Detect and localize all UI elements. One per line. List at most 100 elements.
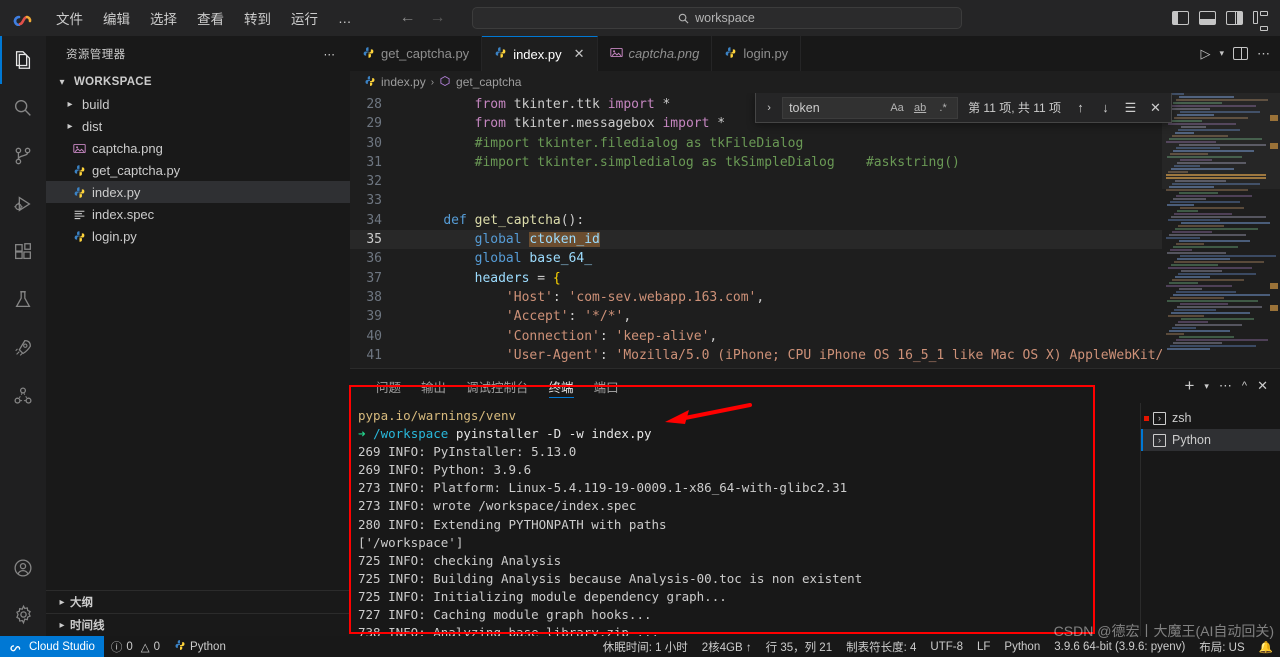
status-problems[interactable]: ⓘ 0 △ 0	[104, 636, 167, 657]
activity-bar	[0, 36, 46, 636]
tab-login-py[interactable]: login.py	[712, 36, 802, 71]
status-sleep-time[interactable]: 休眠时间: 1 小时	[596, 636, 695, 657]
tree-item-login-py[interactable]: login.py	[46, 225, 350, 247]
chevron-right-icon: ›	[430, 76, 435, 88]
bottom-panel: 问题 输出 调试控制台 终端 端口 + ▾ ⋯ ^ ✕ pypa.io/warn…	[350, 368, 1280, 636]
code-line: 39 'Accept': '*/*',	[350, 307, 1280, 326]
panel-tab-output[interactable]: 输出	[411, 369, 456, 403]
panel-tab-debug-console[interactable]: 调试控制台	[456, 369, 539, 403]
ellipsis-icon[interactable]: ⋯	[1219, 378, 1232, 394]
tree-item-index-spec[interactable]: index.spec	[46, 203, 350, 225]
arrow-up-icon[interactable]: ↑	[1071, 100, 1090, 115]
tab-get-captcha-py[interactable]: get_captcha.py	[350, 36, 483, 71]
terminal-instance-python[interactable]: › Python	[1141, 429, 1280, 451]
status-indentation[interactable]: 制表符长度: 4	[839, 636, 923, 657]
menu-more[interactable]: …	[328, 8, 362, 29]
sidebar-item-deploy[interactable]	[0, 324, 46, 372]
chevron-right-icon[interactable]: ›	[760, 102, 778, 114]
code-line: 40 'Connection': 'keep-alive',	[350, 327, 1280, 346]
chevron-up-icon[interactable]: ^	[1242, 380, 1247, 392]
minimap-line	[1174, 213, 1232, 215]
ellipsis-icon[interactable]: ⋯	[316, 47, 345, 61]
toggle-secondary-sidebar-icon[interactable]	[1226, 11, 1243, 25]
code-editor[interactable]: 28 from tkinter.ttk import * 29 from tkin…	[350, 93, 1280, 368]
sidebar-item-explorer[interactable]	[0, 36, 46, 84]
chevron-down-icon[interactable]: ▾	[1219, 48, 1224, 59]
ellipsis-icon[interactable]: ⋯	[1257, 46, 1270, 62]
tab-index-py[interactable]: index.py ✕	[482, 36, 598, 71]
menu-file[interactable]: 文件	[46, 5, 93, 31]
sidebar-section-timeline[interactable]: ▸ 时间线	[46, 613, 350, 636]
terminal-instance-list: › zsh › Python	[1140, 403, 1280, 636]
close-icon[interactable]: ✕	[574, 46, 585, 62]
status-machine-spec[interactable]: 2核4GB ↑	[695, 636, 759, 657]
play-icon[interactable]: ▷	[1200, 46, 1210, 62]
menu-edit[interactable]: 编辑	[93, 5, 140, 31]
close-icon[interactable]: ✕	[1257, 378, 1268, 394]
arrow-right-icon[interactable]: →	[430, 10, 446, 26]
minimap-line	[1176, 291, 1236, 293]
search-icon	[678, 13, 689, 23]
tab-captcha-png[interactable]: captcha.png	[597, 36, 713, 71]
quick-search-input[interactable]: workspace	[471, 7, 962, 29]
match-case-toggle[interactable]: Aa	[887, 99, 907, 117]
code-line: 36 global base_64_	[350, 249, 1280, 268]
find-widget[interactable]: › token Aa ab .* 第 11 项, 共 11 项 ↑ ↓ ☰ ✕	[755, 93, 1172, 123]
arrow-left-icon[interactable]: ←	[400, 10, 416, 26]
tree-item-index-py[interactable]: index.py	[46, 181, 350, 203]
sidebar-item-source-control[interactable]	[0, 132, 46, 180]
status-interpreter[interactable]: Python	[167, 636, 233, 657]
tree-item-get-captcha-py[interactable]: get_captcha.py	[46, 159, 350, 181]
minimap-line	[1180, 255, 1276, 257]
accounts-button[interactable]	[0, 544, 46, 592]
panel-tab-terminal[interactable]: 终端	[539, 369, 584, 403]
breadcrumb-symbol[interactable]: get_captcha	[456, 75, 521, 89]
menu-selection[interactable]: 选择	[140, 5, 187, 31]
share-nodes-icon	[14, 387, 32, 404]
terminal-instance-zsh[interactable]: › zsh	[1141, 407, 1280, 429]
panel-tab-ports[interactable]: 端口	[584, 369, 629, 403]
tree-item-dist[interactable]: ▸ dist	[46, 115, 350, 137]
alert-dot-icon	[1144, 415, 1149, 421]
terminal-line: pypa.io/warnings/venv	[358, 408, 517, 423]
panel-tab-problems[interactable]: 问题	[366, 369, 411, 403]
sidebar-item-run-and-debug[interactable]	[0, 180, 46, 228]
menu-view[interactable]: 查看	[187, 5, 234, 31]
sidebar-item-search[interactable]	[0, 84, 46, 132]
status-cursor-position[interactable]: 行 35，列 21	[759, 636, 839, 657]
minimap[interactable]	[1162, 93, 1280, 368]
minimap-slider[interactable]	[1162, 93, 1280, 189]
sidebar-item-share[interactable]	[0, 372, 46, 420]
code-line: 35 global ctoken_id	[350, 230, 1280, 250]
find-input[interactable]: token Aa ab .*	[782, 96, 959, 119]
menu-run[interactable]: 运行	[281, 5, 328, 31]
status-eol[interactable]: LF	[970, 636, 997, 657]
menu-go[interactable]: 转到	[234, 5, 281, 31]
find-toggles: Aa ab .*	[887, 99, 953, 117]
tree-root-workspace[interactable]: ▾ WORKSPACE	[46, 71, 350, 93]
whole-word-toggle[interactable]: ab	[910, 99, 930, 117]
chevron-down-icon[interactable]: ▾	[1204, 381, 1209, 392]
terminal-output[interactable]: pypa.io/warnings/venv ➜ /workspace pyinst…	[350, 403, 1140, 636]
line-text: global ctoken_id	[474, 232, 600, 248]
tree-item-captcha-png[interactable]: captcha.png	[46, 137, 350, 159]
regex-toggle[interactable]: .*	[933, 99, 953, 117]
arrow-down-icon[interactable]: ↓	[1096, 100, 1115, 115]
status-cloud-studio[interactable]: Cloud Studio	[0, 636, 104, 657]
toggle-primary-sidebar-icon[interactable]	[1172, 11, 1189, 25]
plus-icon[interactable]: +	[1184, 376, 1194, 396]
tree-item-build[interactable]: ▸ build	[46, 93, 350, 115]
python-file-icon	[70, 230, 88, 243]
manage-settings-button[interactable]	[0, 592, 46, 636]
sidebar-section-outline[interactable]: ▸ 大纲	[46, 590, 350, 613]
breadcrumb-file[interactable]: index.py	[381, 75, 426, 89]
split-editor-icon[interactable]	[1233, 47, 1248, 60]
close-icon[interactable]: ✕	[1146, 100, 1165, 116]
find-in-selection-icon[interactable]: ☰	[1121, 100, 1140, 116]
sidebar-item-extensions[interactable]	[0, 228, 46, 276]
customize-layout-icon[interactable]	[1253, 11, 1270, 31]
sidebar-item-testing[interactable]	[0, 276, 46, 324]
toggle-panel-icon[interactable]	[1199, 11, 1216, 25]
status-encoding[interactable]: UTF-8	[923, 636, 970, 657]
status-language-mode[interactable]: Python	[997, 636, 1047, 657]
